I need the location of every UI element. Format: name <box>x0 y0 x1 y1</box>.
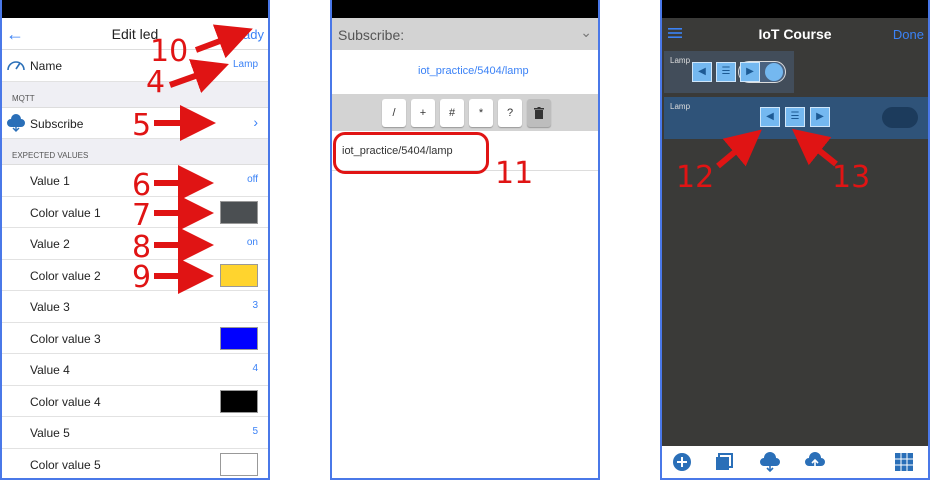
annotation-11: 11 <box>495 156 534 191</box>
annotation-4: 4 <box>146 65 166 100</box>
arrow-12 <box>716 129 762 169</box>
annotation-5: 5 <box>132 108 152 143</box>
annotation-9: 9 <box>132 260 152 295</box>
annotation-7: 7 <box>132 198 152 233</box>
annotation-13: 13 <box>832 160 871 195</box>
arrow-10 <box>194 24 253 59</box>
topic-highlight-circle <box>333 132 489 174</box>
annotation-12: 12 <box>676 160 715 195</box>
annotation-10: 10 <box>150 34 189 69</box>
arrow-4 <box>168 59 229 94</box>
